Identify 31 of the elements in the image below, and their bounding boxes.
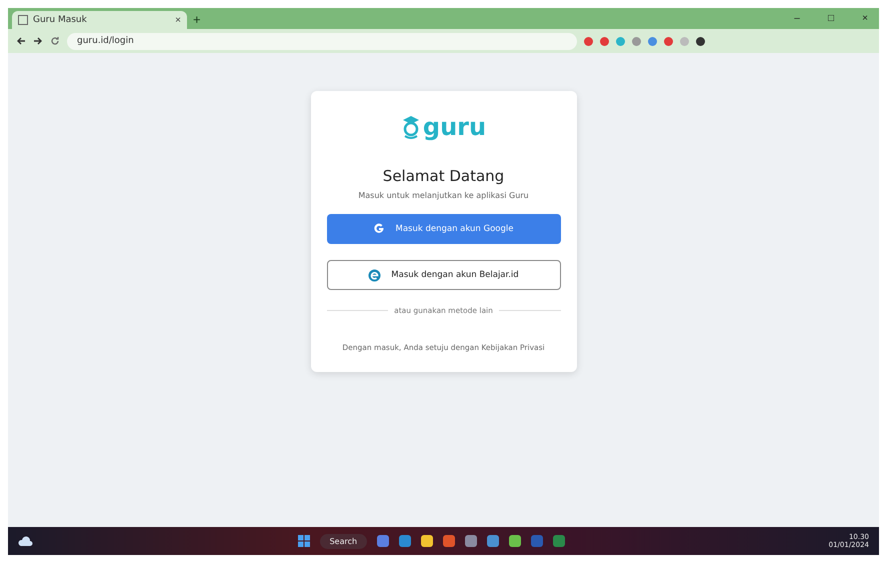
- letter-e-icon: [368, 268, 382, 282]
- app-icon[interactable]: [465, 535, 478, 547]
- app-icon[interactable]: [377, 535, 390, 547]
- app-icon[interactable]: [443, 535, 456, 547]
- window-control-button[interactable]: □: [817, 12, 845, 25]
- app-icon[interactable]: [399, 535, 412, 547]
- google-icon: [373, 223, 386, 235]
- back-icon[interactable]: [16, 36, 26, 46]
- window-control-button[interactable]: –: [783, 12, 811, 25]
- reload-icon[interactable]: [50, 36, 60, 46]
- app-icon[interactable]: [421, 535, 434, 547]
- taskbar-search[interactable]: Search: [320, 534, 368, 548]
- graduate-icon: [400, 114, 421, 140]
- subtitle: Masuk untuk melanjutkan ke aplikasi Guru: [358, 191, 529, 200]
- sign-in-button[interactable]: Masuk dengan akun Belajar.id: [326, 260, 560, 290]
- app-icon[interactable]: [509, 535, 522, 547]
- page-icon: [18, 15, 28, 25]
- brand-name: guru: [422, 113, 486, 141]
- browser-tab[interactable]: Guru Masuk ×: [12, 11, 187, 29]
- close-tab-button[interactable]: ×: [175, 14, 181, 26]
- address-bar[interactable]: guru.id/login: [67, 32, 577, 50]
- tab-title: Guru Masuk: [33, 15, 87, 25]
- start-icon[interactable]: [298, 535, 310, 547]
- app-icon[interactable]: [553, 535, 566, 547]
- cloud-icon: [18, 536, 34, 546]
- welcome-title: Selamat Datang: [382, 167, 504, 185]
- app-icon[interactable]: [487, 535, 500, 547]
- forward-icon[interactable]: [33, 36, 43, 46]
- sign-in-button[interactable]: Masuk dengan akun Google: [326, 214, 560, 244]
- new-tab-button[interactable]: +: [193, 12, 201, 29]
- window-control-button[interactable]: ×: [851, 12, 879, 25]
